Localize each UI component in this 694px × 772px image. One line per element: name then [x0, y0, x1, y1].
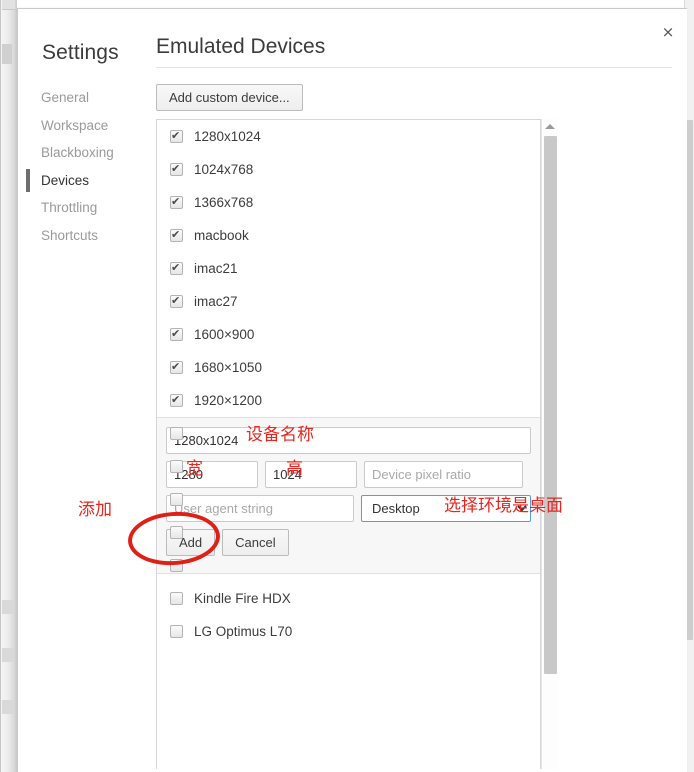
background-scroll-tick [2, 44, 12, 64]
device-list-item[interactable]: 1280x1024 [157, 120, 540, 153]
screenshot-root: × Settings GeneralWorkspaceBlackboxingDe… [0, 0, 694, 772]
devices-list-scrollbar[interactable] [541, 119, 558, 769]
device-name-row [166, 427, 531, 454]
device-checkbox[interactable] [170, 196, 183, 209]
device-checkbox[interactable] [170, 229, 183, 242]
settings-dialog: × Settings GeneralWorkspaceBlackboxingDe… [17, 8, 687, 772]
sidebar-nav: General Workspace Blackboxing Devices Thrott… [18, 87, 136, 252]
device-checkbox[interactable] [170, 361, 183, 374]
device-label: 1366x768 [194, 195, 253, 210]
settings-sidebar: Settings General Workspace Blackboxing Devi… [18, 9, 136, 772]
user-agent-input[interactable] [166, 495, 354, 522]
device-checkbox[interactable] [170, 460, 183, 473]
device-checkbox[interactable] [170, 328, 183, 341]
device-checkbox[interactable] [170, 394, 183, 407]
sidebar-item-blackboxing[interactable]: Blackboxing [18, 142, 136, 164]
device-list-item[interactable]: 1366x768 [157, 186, 540, 219]
device-list-item[interactable]: 1920×1200 [157, 384, 540, 417]
device-label: Kindle Fire HDX [194, 591, 291, 606]
device-pixel-ratio-input[interactable] [364, 461, 523, 488]
device-height-input[interactable] [265, 461, 357, 488]
device-label: 1024x768 [194, 162, 253, 177]
background-scroll-mark-3 [2, 700, 14, 714]
device-checkbox[interactable] [170, 493, 183, 506]
device-list-item[interactable]: imac27 [157, 285, 540, 318]
add-custom-device-button[interactable]: Add custom device... [156, 84, 303, 111]
device-checkbox[interactable] [170, 130, 183, 143]
sidebar-item-throttling[interactable]: Throttling [18, 197, 136, 219]
device-label: LG Optimus L70 [194, 624, 292, 639]
device-checkbox[interactable] [170, 163, 183, 176]
device-label: 1280x1024 [194, 129, 261, 144]
cancel-device-button[interactable]: Cancel [222, 529, 288, 556]
device-list-item[interactable]: imac21 [157, 252, 540, 285]
window-border-line [0, 0, 1, 772]
settings-title: Settings [42, 41, 119, 65]
device-label: macbook [194, 228, 249, 243]
sidebar-item-devices[interactable]: Devices [18, 170, 136, 192]
device-list-item[interactable]: 1680×1050 [157, 351, 540, 384]
devices-scrollbar-thumb[interactable] [544, 136, 557, 674]
scroll-up-arrow-icon[interactable] [545, 124, 555, 129]
emulated-devices-list: 1280x1024 1024x768 1366x768 macbook imac21 im… [156, 119, 541, 769]
device-label: 1920×1200 [194, 393, 262, 408]
background-tab-stub [2, 0, 15, 10]
device-edit-form: DesktopMobile Add Cancel [157, 417, 540, 574]
background-window-left-edge [0, 0, 17, 772]
device-size-row [166, 461, 531, 488]
sidebar-item-general[interactable]: General [18, 87, 136, 109]
sidebar-item-workspace[interactable]: Workspace [18, 115, 136, 137]
device-label: imac27 [194, 294, 238, 309]
background-scroll-mark-2 [2, 648, 14, 662]
device-list-item[interactable]: 1600×900 [157, 318, 540, 351]
device-checkbox[interactable] [170, 526, 183, 539]
device-checkbox[interactable] [170, 262, 183, 275]
device-checkbox[interactable] [170, 295, 183, 308]
device-ua-row: DesktopMobile [166, 495, 531, 522]
settings-content: Emulated Devices Add custom device... 12… [136, 9, 687, 772]
add-custom-device-wrap: Add custom device... [156, 84, 303, 111]
background-scroll-mark-1 [2, 600, 14, 614]
device-label: imac21 [194, 261, 238, 276]
device-form-buttons: Add Cancel [166, 529, 531, 556]
devices-checked-group: 1280x1024 1024x768 1366x768 macbook imac21 im… [157, 120, 540, 417]
device-label: 1680×1050 [194, 360, 262, 375]
device-checkbox[interactable] [170, 559, 183, 572]
device-list-item[interactable]: Kindle Fire HDX [157, 582, 540, 615]
page-title: Emulated Devices [156, 35, 325, 59]
device-list-item[interactable]: 1024x768 [157, 153, 540, 186]
device-name-input[interactable] [166, 427, 531, 454]
device-list-item[interactable]: macbook [157, 219, 540, 252]
title-divider [156, 67, 672, 68]
sidebar-item-shortcuts[interactable]: Shortcuts [18, 225, 136, 247]
device-type-select[interactable]: DesktopMobile [361, 495, 531, 522]
device-checkbox[interactable] [170, 592, 183, 605]
device-checkbox[interactable] [170, 427, 183, 440]
device-checkbox[interactable] [170, 625, 183, 638]
device-label: 1600×900 [194, 327, 254, 342]
device-list-item[interactable]: LG Optimus L70 [157, 615, 540, 648]
